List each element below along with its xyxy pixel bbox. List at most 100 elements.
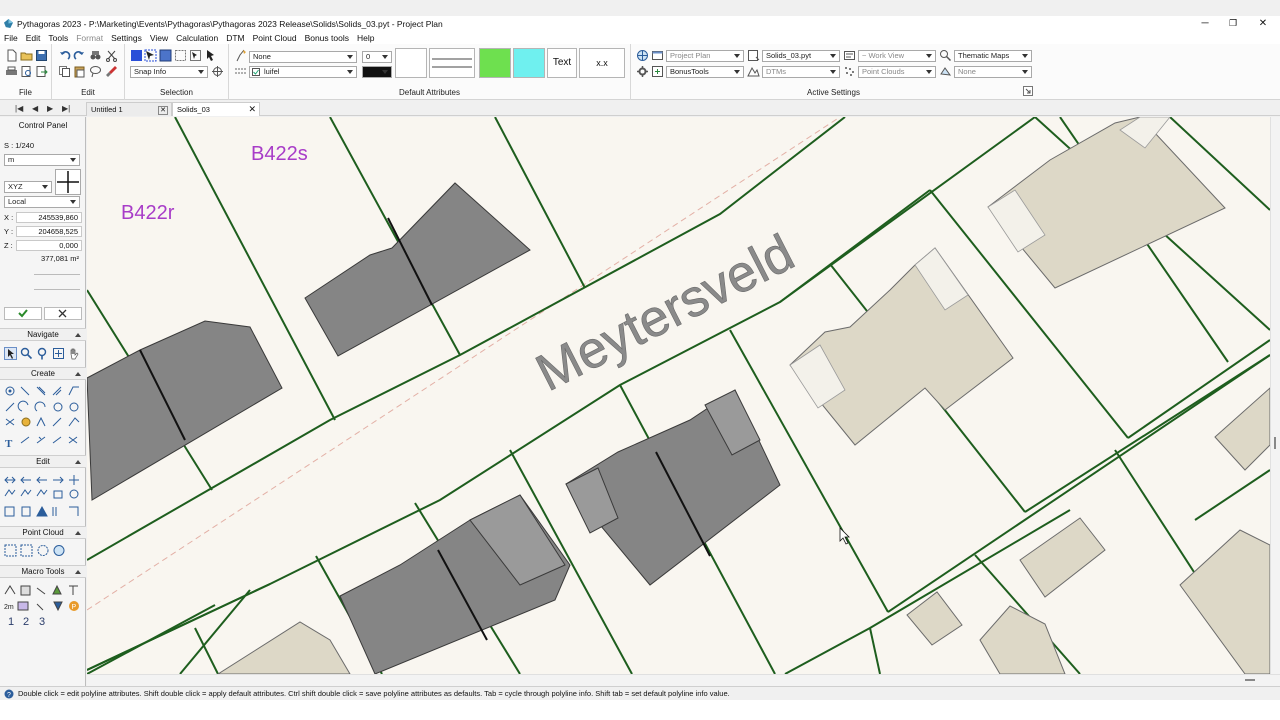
menu-tools[interactable]: Tools <box>48 33 68 43</box>
create-tools-palette[interactable]: T <box>4 385 82 449</box>
number-style-button[interactable]: x.x <box>579 48 625 78</box>
pan-hand-icon[interactable] <box>68 347 81 360</box>
dtm-icon[interactable] <box>747 65 760 78</box>
previous-tab-icon[interactable]: ◀ <box>32 104 38 113</box>
maximize-button[interactable]: ❐ <box>1218 16 1248 31</box>
menu-point-cloud[interactable]: Point Cloud <box>253 33 297 43</box>
checkbox-icon[interactable] <box>252 68 260 76</box>
cut-icon[interactable] <box>105 49 118 62</box>
unit-dropdown[interactable]: m <box>4 154 80 166</box>
select-mode-icon[interactable] <box>130 49 143 62</box>
first-tab-icon[interactable]: |◀ <box>15 104 23 113</box>
globe-icon[interactable] <box>636 49 649 62</box>
gear-icon[interactable] <box>636 65 649 78</box>
brush-icon[interactable] <box>105 65 118 78</box>
menu-bonus-tools[interactable]: Bonus tools <box>305 33 349 43</box>
fill-color-cyan-swatch[interactable] <box>513 48 545 78</box>
export-icon[interactable] <box>35 65 48 78</box>
work-view-icon[interactable] <box>843 49 856 62</box>
thematic-maps-dropdown[interactable]: Thematic Maps <box>954 50 1032 62</box>
create-section-header[interactable]: Create <box>0 367 86 380</box>
attribute-brush-icon[interactable] <box>234 49 247 62</box>
undo-icon[interactable] <box>58 49 71 62</box>
point-cloud-tools-palette[interactable] <box>4 544 70 557</box>
close-tab-icon[interactable]: ✕ <box>248 103 256 116</box>
cancel-button[interactable] <box>44 307 82 320</box>
select-pointer-icon[interactable] <box>204 49 217 62</box>
x-coordinate-field[interactable]: 245539,860 <box>16 212 82 223</box>
save-icon[interactable] <box>35 49 48 62</box>
bonus-tools-icon[interactable] <box>651 65 664 78</box>
work-view-dropdown[interactable]: ~ Work View <box>858 50 936 62</box>
menu-dtm[interactable]: DTM <box>226 33 244 43</box>
line-width-dropdown[interactable]: 0 <box>362 51 392 63</box>
dialog-launcher-icon[interactable] <box>1023 86 1033 96</box>
zoom-in-icon[interactable] <box>20 347 33 360</box>
minimize-button[interactable]: ─ <box>1190 16 1220 31</box>
tab-untitled-1[interactable]: Untitled 1 ✕ <box>86 102 172 116</box>
macro-tools-palette[interactable]: P 2m <box>4 584 82 612</box>
bonus-tools-dropdown[interactable]: BonusTools <box>666 66 744 78</box>
snap-info-dropdown[interactable]: Snap Info <box>130 66 208 78</box>
binoculars-icon[interactable] <box>89 49 102 62</box>
new-file-icon[interactable] <box>5 49 18 62</box>
select-area-icon[interactable] <box>159 49 172 62</box>
select-polyline-icon[interactable] <box>144 49 157 62</box>
point-cloud-icon[interactable] <box>843 65 856 78</box>
select-window-icon[interactable] <box>174 49 187 62</box>
point-cloud-section-header[interactable]: Point Cloud <box>0 526 86 539</box>
redo-icon[interactable] <box>73 49 86 62</box>
macro-tools-section-header[interactable]: Macro Tools <box>0 565 86 578</box>
dtms-dropdown[interactable]: DTMs <box>762 66 840 78</box>
tab-solids-03[interactable]: Solids_03 ✕ <box>172 102 260 116</box>
point-clouds-dropdown[interactable]: Point Clouds <box>858 66 936 78</box>
vertical-scrollbar[interactable] <box>1270 117 1280 674</box>
zoom-window-icon[interactable] <box>36 347 49 360</box>
point-style-swatch[interactable] <box>395 48 427 78</box>
document-dropdown[interactable]: Solids_03.pyt <box>762 50 840 62</box>
close-window-button[interactable]: ✕ <box>1248 16 1278 31</box>
crosshair-icon[interactable] <box>55 169 81 195</box>
confirm-button[interactable] <box>4 307 42 320</box>
horizontal-scrollbar[interactable] <box>87 674 1280 686</box>
map-canvas[interactable]: B422r B422s Meytersveld <box>87 117 1270 674</box>
project-plan-dropdown[interactable]: Project Plan <box>666 50 744 62</box>
document-icon[interactable] <box>747 49 760 62</box>
help-icon[interactable]: ? <box>4 689 14 699</box>
snap-settings-icon[interactable] <box>211 65 224 78</box>
project-plan-icon[interactable] <box>651 49 664 62</box>
navigate-section-header[interactable]: Navigate <box>0 328 86 341</box>
open-folder-icon[interactable] <box>20 49 33 62</box>
menu-help[interactable]: Help <box>357 33 374 43</box>
map-drawing[interactable]: B422r B422s Meytersveld <box>87 117 1270 674</box>
menu-format[interactable]: Format <box>76 33 103 43</box>
text-style-button[interactable]: Text <box>547 48 577 78</box>
copy-icon[interactable] <box>58 65 71 78</box>
menu-settings[interactable]: Settings <box>111 33 142 43</box>
map-layer-icon[interactable] <box>939 65 952 78</box>
z-coordinate-field[interactable]: 0,000 <box>16 240 82 251</box>
macro-1-button[interactable]: 1 <box>8 616 14 628</box>
macro-2-button[interactable]: 2 <box>23 616 29 628</box>
y-coordinate-field[interactable]: 204658,525 <box>16 226 82 237</box>
scroll-thumb[interactable] <box>1245 679 1255 681</box>
next-tab-icon[interactable]: ▶ <box>47 104 53 113</box>
last-tab-icon[interactable]: ▶| <box>62 104 70 113</box>
menu-calculation[interactable]: Calculation <box>176 33 218 43</box>
menu-file[interactable]: File <box>4 33 18 43</box>
linetype-icon[interactable] <box>234 65 247 78</box>
layer-dropdown[interactable]: None <box>249 51 357 63</box>
zoom-extents-icon[interactable] <box>52 347 65 360</box>
macro-3-button[interactable]: 3 <box>39 616 45 628</box>
line-color-dropdown[interactable] <box>362 66 392 78</box>
thematic-none-dropdown[interactable]: None <box>954 66 1032 78</box>
pointer-tool-icon[interactable] <box>4 347 17 360</box>
line-style-swatch[interactable] <box>429 48 475 78</box>
thematic-maps-icon[interactable] <box>939 49 952 62</box>
print-preview-icon[interactable] <box>20 65 33 78</box>
edit-section-header[interactable]: Edit <box>0 455 86 468</box>
print-icon[interactable] <box>5 65 18 78</box>
menu-view[interactable]: View <box>150 33 168 43</box>
close-tab-icon[interactable]: ✕ <box>158 106 168 115</box>
reference-dropdown[interactable]: Local <box>4 196 80 208</box>
